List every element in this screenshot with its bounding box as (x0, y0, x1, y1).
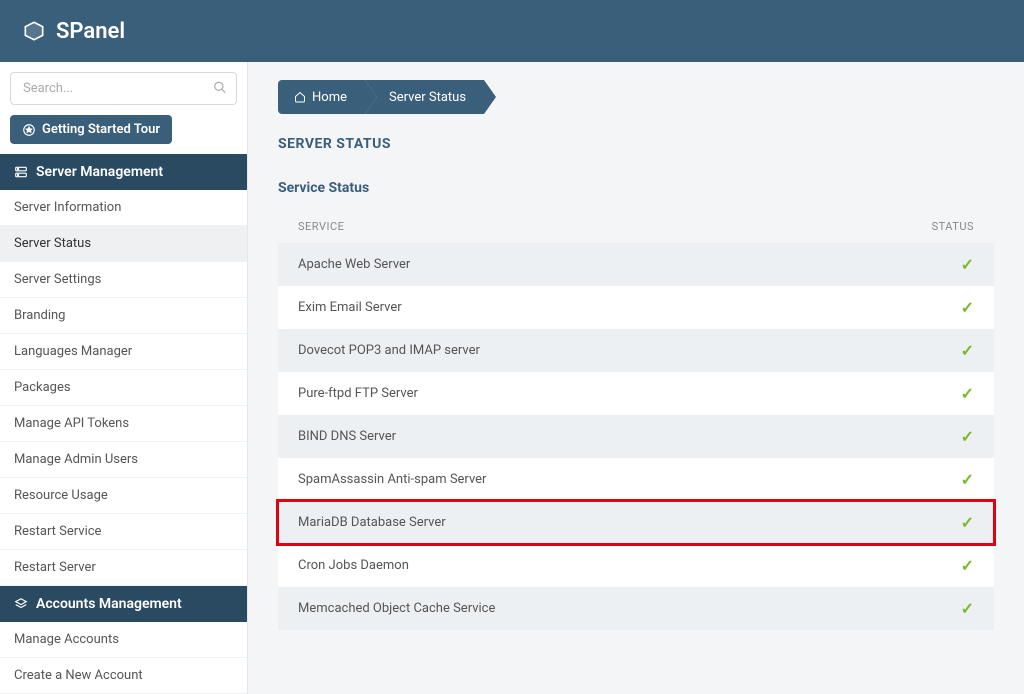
service-name: BIND DNS Server (298, 429, 894, 444)
nav-item-restart-service[interactable]: Restart Service (0, 514, 247, 550)
nav-accounts-items: Manage Accounts Create a New Account (0, 622, 247, 694)
nav-item-server-settings[interactable]: Server Settings (0, 262, 247, 298)
page-title: SERVER STATUS (278, 136, 994, 152)
check-icon: ✓ (961, 599, 974, 618)
nav-item-create-account[interactable]: Create a New Account (0, 658, 247, 694)
col-service-header: SERVICE (298, 220, 894, 233)
service-row: MariaDB Database Server ✓ (278, 501, 994, 544)
tour-label: Getting Started Tour (42, 122, 160, 137)
service-name: Exim Email Server (298, 300, 894, 315)
app-logo[interactable]: SPanel (20, 17, 125, 45)
nav-section-accounts-title: Accounts Management (36, 596, 182, 612)
sidebar: Getting Started Tour Server Management S… (0, 62, 248, 694)
service-name: SpamAssassin Anti-spam Server (298, 472, 894, 487)
service-status: ✓ (894, 255, 974, 274)
star-icon (22, 123, 36, 137)
check-icon: ✓ (961, 470, 974, 489)
service-name: Apache Web Server (298, 257, 894, 272)
nav-item-resource-usage[interactable]: Resource Usage (0, 478, 247, 514)
service-status: ✓ (894, 513, 974, 532)
service-status: ✓ (894, 341, 974, 360)
service-row: Dovecot POP3 and IMAP server ✓ (278, 329, 994, 372)
service-status: ✓ (894, 427, 974, 446)
service-status: ✓ (894, 470, 974, 489)
service-name: Cron Jobs Daemon (298, 558, 894, 573)
nav-section-server-title: Server Management (36, 164, 163, 180)
search-box (10, 72, 237, 105)
service-name: Memcached Object Cache Service (298, 601, 894, 616)
check-icon: ✓ (961, 513, 974, 532)
nav-section-accounts[interactable]: Accounts Management (0, 586, 247, 622)
service-status: ✓ (894, 599, 974, 618)
check-icon: ✓ (961, 298, 974, 317)
server-icon (14, 165, 28, 179)
logo-icon (20, 17, 48, 45)
app-name: SPanel (56, 19, 125, 44)
breadcrumb-home[interactable]: Home (278, 80, 365, 114)
service-name: Pure-ftpd FTP Server (298, 386, 894, 401)
check-icon: ✓ (961, 341, 974, 360)
breadcrumb-current[interactable]: Server Status (365, 80, 484, 114)
check-icon: ✓ (961, 384, 974, 403)
nav-item-restart-server[interactable]: Restart Server (0, 550, 247, 586)
nav-section-server[interactable]: Server Management (0, 154, 247, 190)
service-name: Dovecot POP3 and IMAP server (298, 343, 894, 358)
service-status: ✓ (894, 556, 974, 575)
service-row: Cron Jobs Daemon ✓ (278, 544, 994, 587)
search-icon[interactable] (213, 79, 227, 98)
nav-item-server-information[interactable]: Server Information (0, 190, 247, 226)
check-icon: ✓ (961, 255, 974, 274)
main-content: Home Server Status SERVER STATUS Service… (248, 62, 1024, 694)
service-status: ✓ (894, 298, 974, 317)
service-row: Exim Email Server ✓ (278, 286, 994, 329)
app-header: SPanel (0, 0, 1024, 62)
nav-item-packages[interactable]: Packages (0, 370, 247, 406)
service-row: Memcached Object Cache Service ✓ (278, 587, 994, 630)
service-name: MariaDB Database Server (298, 515, 894, 530)
nav-item-branding[interactable]: Branding (0, 298, 247, 334)
nav-server-items: Server Information Server Status Server … (0, 190, 247, 586)
check-icon: ✓ (961, 556, 974, 575)
service-row: Pure-ftpd FTP Server ✓ (278, 372, 994, 415)
service-row: Apache Web Server ✓ (278, 243, 994, 286)
nav-item-manage-admin-users[interactable]: Manage Admin Users (0, 442, 247, 478)
breadcrumb-current-label: Server Status (389, 90, 466, 105)
breadcrumb: Home Server Status (278, 80, 994, 114)
home-icon (294, 91, 306, 103)
nav-item-server-status[interactable]: Server Status (0, 226, 247, 262)
getting-started-button[interactable]: Getting Started Tour (10, 115, 172, 144)
section-title: Service Status (278, 180, 994, 196)
col-status-header: STATUS (894, 220, 974, 233)
layers-icon (14, 597, 28, 611)
nav-item-manage-accounts[interactable]: Manage Accounts (0, 622, 247, 658)
nav-item-languages-manager[interactable]: Languages Manager (0, 334, 247, 370)
breadcrumb-home-label: Home (312, 90, 347, 105)
service-row: BIND DNS Server ✓ (278, 415, 994, 458)
search-input[interactable] (10, 72, 237, 105)
table-header: SERVICE STATUS (278, 210, 994, 243)
service-row: SpamAssassin Anti-spam Server ✓ (278, 458, 994, 501)
nav-item-manage-api-tokens[interactable]: Manage API Tokens (0, 406, 247, 442)
service-list: Apache Web Server✓Exim Email Server✓Dove… (278, 243, 994, 630)
service-status: ✓ (894, 384, 974, 403)
check-icon: ✓ (961, 427, 974, 446)
